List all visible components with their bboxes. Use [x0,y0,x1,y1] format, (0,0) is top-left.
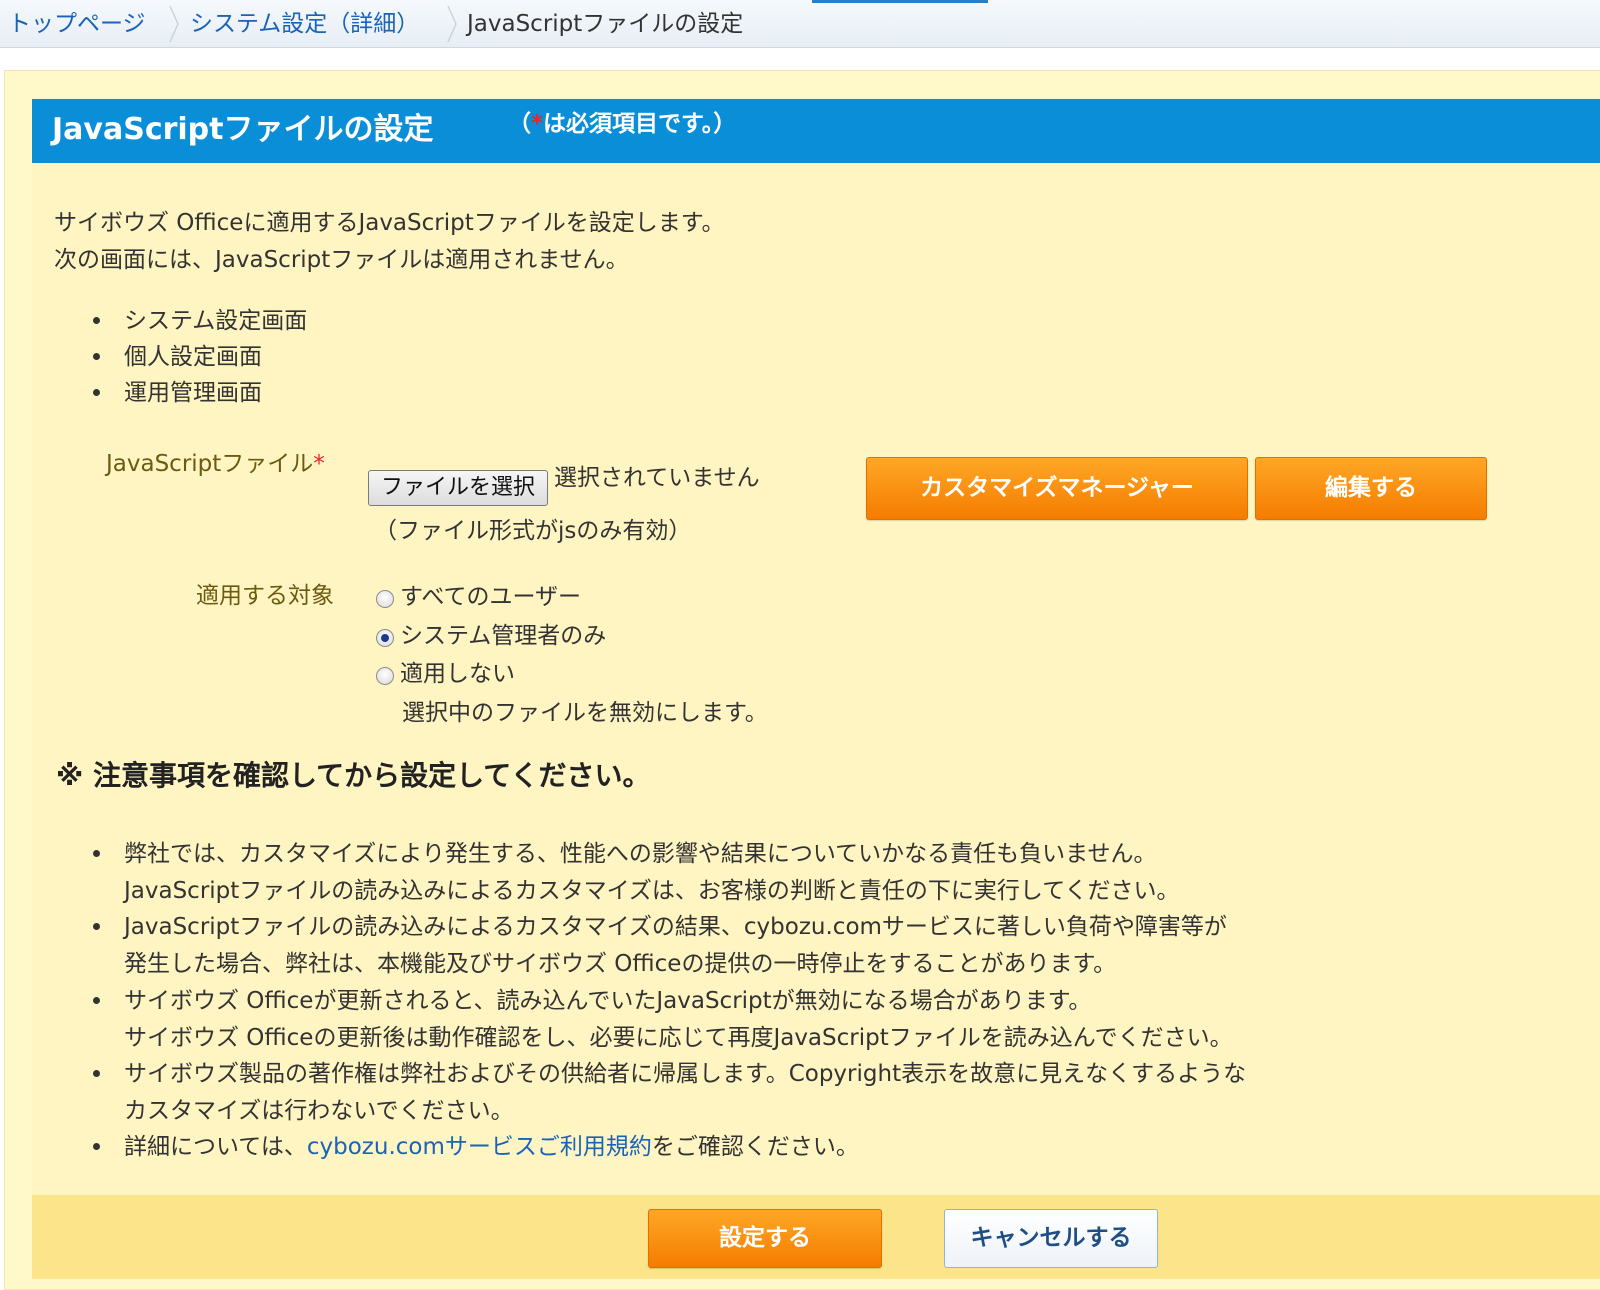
intro-line-2: 次の画面には、JavaScriptファイルは適用されません。 [54,247,629,273]
excluded-screen-item: 運用管理画面 [124,380,262,406]
required-star: * [313,451,325,477]
notice-line: JavaScriptファイルの読み込みによるカスタマイズの結果、cybozu.c… [124,914,1227,940]
radio-all-users-label[interactable]: すべてのユーザー [400,582,581,612]
notice-line: サイボウズ製品の著作権は弊社およびその供給者に帰属します。Copyright表示… [124,1061,1247,1087]
breadcrumb-system-settings[interactable]: システム設定（詳細） [190,9,419,39]
notice-title: ※ 注意事項を確認してから設定してください。 [56,759,651,792]
breadcrumb: トップページ システム設定（詳細） JavaScriptファイルの設定 [0,0,1600,48]
chevron-right-icon [168,4,180,44]
bullet [93,850,100,857]
submit-button[interactable]: 設定する [648,1209,882,1268]
radio-admin-only[interactable] [376,629,394,647]
choose-file-button[interactable]: ファイルを選択 [368,470,548,506]
terms-prefix: 詳細については、 [124,1134,307,1160]
bullet [93,353,100,360]
no-file-selected-text: 選択されていません [554,465,760,491]
bullet [93,923,100,930]
radio-do-not-apply[interactable] [376,667,394,685]
bullet [93,317,100,324]
required-note-text: は必須項目です。） [543,111,737,137]
customize-manager-button[interactable]: カスタマイズマネージャー [866,457,1248,520]
file-format-note: （ファイル形式がjsのみ有効） [374,518,692,544]
javascript-file-label: JavaScriptファイル* [106,449,325,479]
notice-line: サイボウズ Officeの更新後は動作確認をし、必要に応じて再度JavaScri… [124,1025,1233,1051]
radio-admin-only-label[interactable]: システム管理者のみ [400,621,606,651]
terms-of-service-link[interactable]: cybozu.comサービスご利用規約 [307,1134,652,1160]
notice-line: サイボウズ Officeが更新されると、読み込んでいたJavaScriptが無効… [124,988,1092,1014]
bullet [93,997,100,1004]
radio-all-users[interactable] [376,590,394,608]
bullet [93,1070,100,1077]
terms-suffix: をご確認ください。 [651,1134,859,1160]
cancel-button[interactable]: キャンセルする [944,1209,1158,1268]
radio-do-not-apply-label[interactable]: 適用しない [400,659,515,689]
tab-indicator [812,0,988,3]
excluded-screen-item: 個人設定画面 [124,344,262,370]
chevron-right-icon [446,4,458,44]
required-star: * [531,111,544,137]
required-note-open: （ [508,111,531,137]
notice-line: JavaScriptファイルの読み込みによるカスタマイズは、お客様の判断と責任の… [124,878,1180,904]
page-title: JavaScriptファイルの設定 [52,112,434,147]
javascript-file-label-text: JavaScriptファイル [106,451,314,477]
notice-line: 弊社では、カスタマイズにより発生する、性能への影響や結果についていかなる責任も負… [124,841,1157,867]
bullet [93,389,100,396]
required-note: （*は必須項目です。） [508,108,736,140]
disable-note: 選択中のファイルを無効にします。 [402,700,768,726]
edit-button[interactable]: 編集する [1255,457,1487,520]
notice-line: 発生した場合、弊社は、本機能及びサイボウズ Officeの提供の一時停止をするこ… [124,951,1117,977]
notice-line: カスタマイズは行わないでください。 [124,1098,514,1124]
breadcrumb-top-page[interactable]: トップページ [8,9,146,39]
excluded-screen-item: システム設定画面 [124,308,308,334]
breadcrumb-current: JavaScriptファイルの設定 [467,11,744,37]
notice-line-terms: 詳細については、cybozu.comサービスご利用規約をご確認ください。 [124,1132,859,1162]
bullet [93,1143,100,1150]
target-label: 適用する対象 [196,583,334,609]
intro-line-1: サイボウズ Officeに適用するJavaScriptファイルを設定します。 [54,210,725,236]
